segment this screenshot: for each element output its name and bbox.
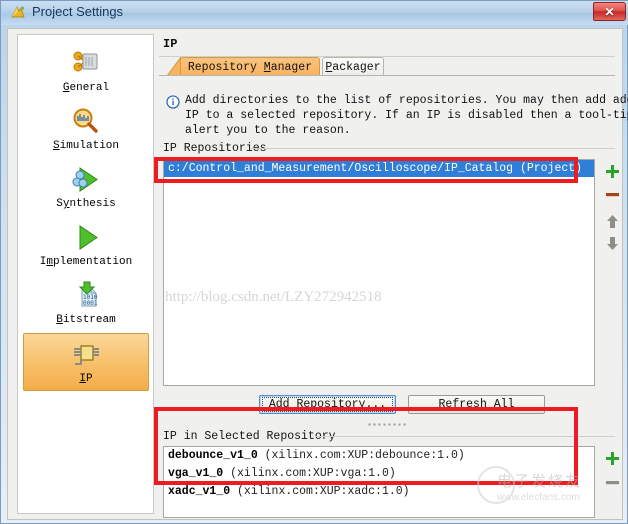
settings-category-list: General Simulation Synthesis Implementat… bbox=[17, 34, 154, 514]
ip-vlnv: (xilinx.com:XUP:xadc:1.0) bbox=[237, 485, 410, 498]
bitstream-icon: 1010 0001 bbox=[24, 279, 148, 313]
move-down-icon[interactable] bbox=[603, 234, 621, 252]
simulation-icon bbox=[24, 105, 148, 139]
ip-name: vga_v1_0 bbox=[168, 467, 224, 480]
sidebar-item-implementation[interactable]: Implementation bbox=[24, 221, 148, 268]
close-icon: ✕ bbox=[604, 4, 615, 19]
window-title: Project Settings bbox=[32, 4, 124, 19]
repository-tool-buttons bbox=[602, 162, 622, 252]
ip-repositories-rule bbox=[251, 148, 615, 149]
sidebar-item-simulation[interactable]: Simulation bbox=[24, 105, 148, 152]
ip-repositories-list[interactable]: c:/Control_and_Measurement/Oscilloscope/… bbox=[163, 159, 595, 386]
list-item[interactable]: xadc_v1_0 (xilinx.com:XUP:xadc:1.0) bbox=[164, 483, 594, 501]
add-ip-icon[interactable] bbox=[603, 449, 621, 467]
svg-text:0001: 0001 bbox=[83, 300, 98, 307]
ip-icon bbox=[24, 338, 148, 372]
list-item[interactable]: vga_v1_0 (xilinx.com:XUP:vga:1.0) bbox=[164, 465, 594, 483]
tab-underline bbox=[159, 75, 615, 76]
tab-bar: Repository Manager Packager bbox=[159, 55, 615, 77]
info-icon bbox=[166, 95, 180, 114]
refresh-all-button-label: Refresh All bbox=[438, 398, 515, 411]
sidebar-item-label: General bbox=[62, 82, 110, 94]
tab-leading-slope bbox=[166, 55, 182, 77]
sidebar-item-label: Synthesis bbox=[56, 198, 116, 210]
sidebar-item-general[interactable]: General bbox=[24, 47, 148, 94]
sidebar-item-label: Implementation bbox=[39, 256, 133, 268]
sidebar-item-label: IP bbox=[79, 373, 93, 385]
sidebar-item-bitstream[interactable]: 1010 0001 Bitstream bbox=[24, 279, 148, 326]
ip-settings-panel: IP Repository Manager Packager Add direc… bbox=[159, 34, 628, 524]
tab-packager[interactable]: Packager bbox=[322, 57, 384, 76]
refresh-all-button[interactable]: Refresh All bbox=[408, 395, 545, 414]
implementation-icon bbox=[24, 221, 148, 255]
dialog-body: General Simulation Synthesis Implementat… bbox=[7, 28, 628, 520]
list-item[interactable]: debounce_v1_0 (xilinx.com:XUP:debounce:1… bbox=[164, 447, 594, 465]
add-repository-button[interactable]: Add Repository... bbox=[259, 395, 396, 414]
project-settings-dialog: Project Settings ✕ General Simulation Sy… bbox=[0, 0, 628, 524]
window-frame: Project Settings ✕ General Simulation Sy… bbox=[0, 0, 628, 524]
ip-vlnv: (xilinx.com:XUP:vga:1.0) bbox=[230, 467, 396, 480]
ip-section-rule bbox=[315, 436, 615, 437]
info-text: Add directories to the list of repositor… bbox=[185, 94, 628, 137]
synthesis-icon bbox=[24, 163, 148, 197]
panel-splitter[interactable] bbox=[159, 420, 615, 428]
ip-name: xadc_v1_0 bbox=[168, 485, 231, 498]
close-button[interactable]: ✕ bbox=[593, 2, 626, 21]
sidebar-item-ip[interactable]: IP bbox=[23, 333, 149, 391]
ip-in-repository-list[interactable]: debounce_v1_0 (xilinx.com:XUP:debounce:1… bbox=[163, 446, 595, 518]
add-repository-button-label: Add Repository... bbox=[261, 397, 394, 412]
tab-label: Repository Manager bbox=[187, 60, 313, 74]
title-bar: Project Settings ✕ bbox=[1, 1, 628, 25]
sidebar-item-synthesis[interactable]: Synthesis bbox=[24, 163, 148, 210]
remove-repository-icon[interactable] bbox=[603, 185, 621, 203]
tab-label: Packager bbox=[325, 60, 381, 74]
ip-name: debounce_v1_0 bbox=[168, 449, 258, 462]
remove-ip-icon bbox=[603, 473, 621, 491]
move-up-icon[interactable] bbox=[603, 212, 621, 230]
ip-vlnv: (xilinx.com:XUP:debounce:1.0) bbox=[264, 449, 465, 462]
list-item[interactable]: c:/Control_and_Measurement/Oscilloscope/… bbox=[164, 160, 594, 177]
vivado-app-icon bbox=[10, 5, 26, 21]
add-repository-icon[interactable] bbox=[603, 162, 621, 180]
page-title: IP bbox=[163, 37, 178, 51]
sidebar-item-label: Simulation bbox=[52, 140, 120, 152]
ip-in-selected-repository-label: IP in Selected Repository bbox=[163, 430, 336, 443]
ip-tool-buttons bbox=[602, 449, 622, 491]
sidebar-item-label: Bitstream bbox=[56, 314, 116, 326]
general-icon bbox=[24, 47, 148, 81]
tab-repository-manager[interactable]: Repository Manager bbox=[180, 57, 320, 76]
